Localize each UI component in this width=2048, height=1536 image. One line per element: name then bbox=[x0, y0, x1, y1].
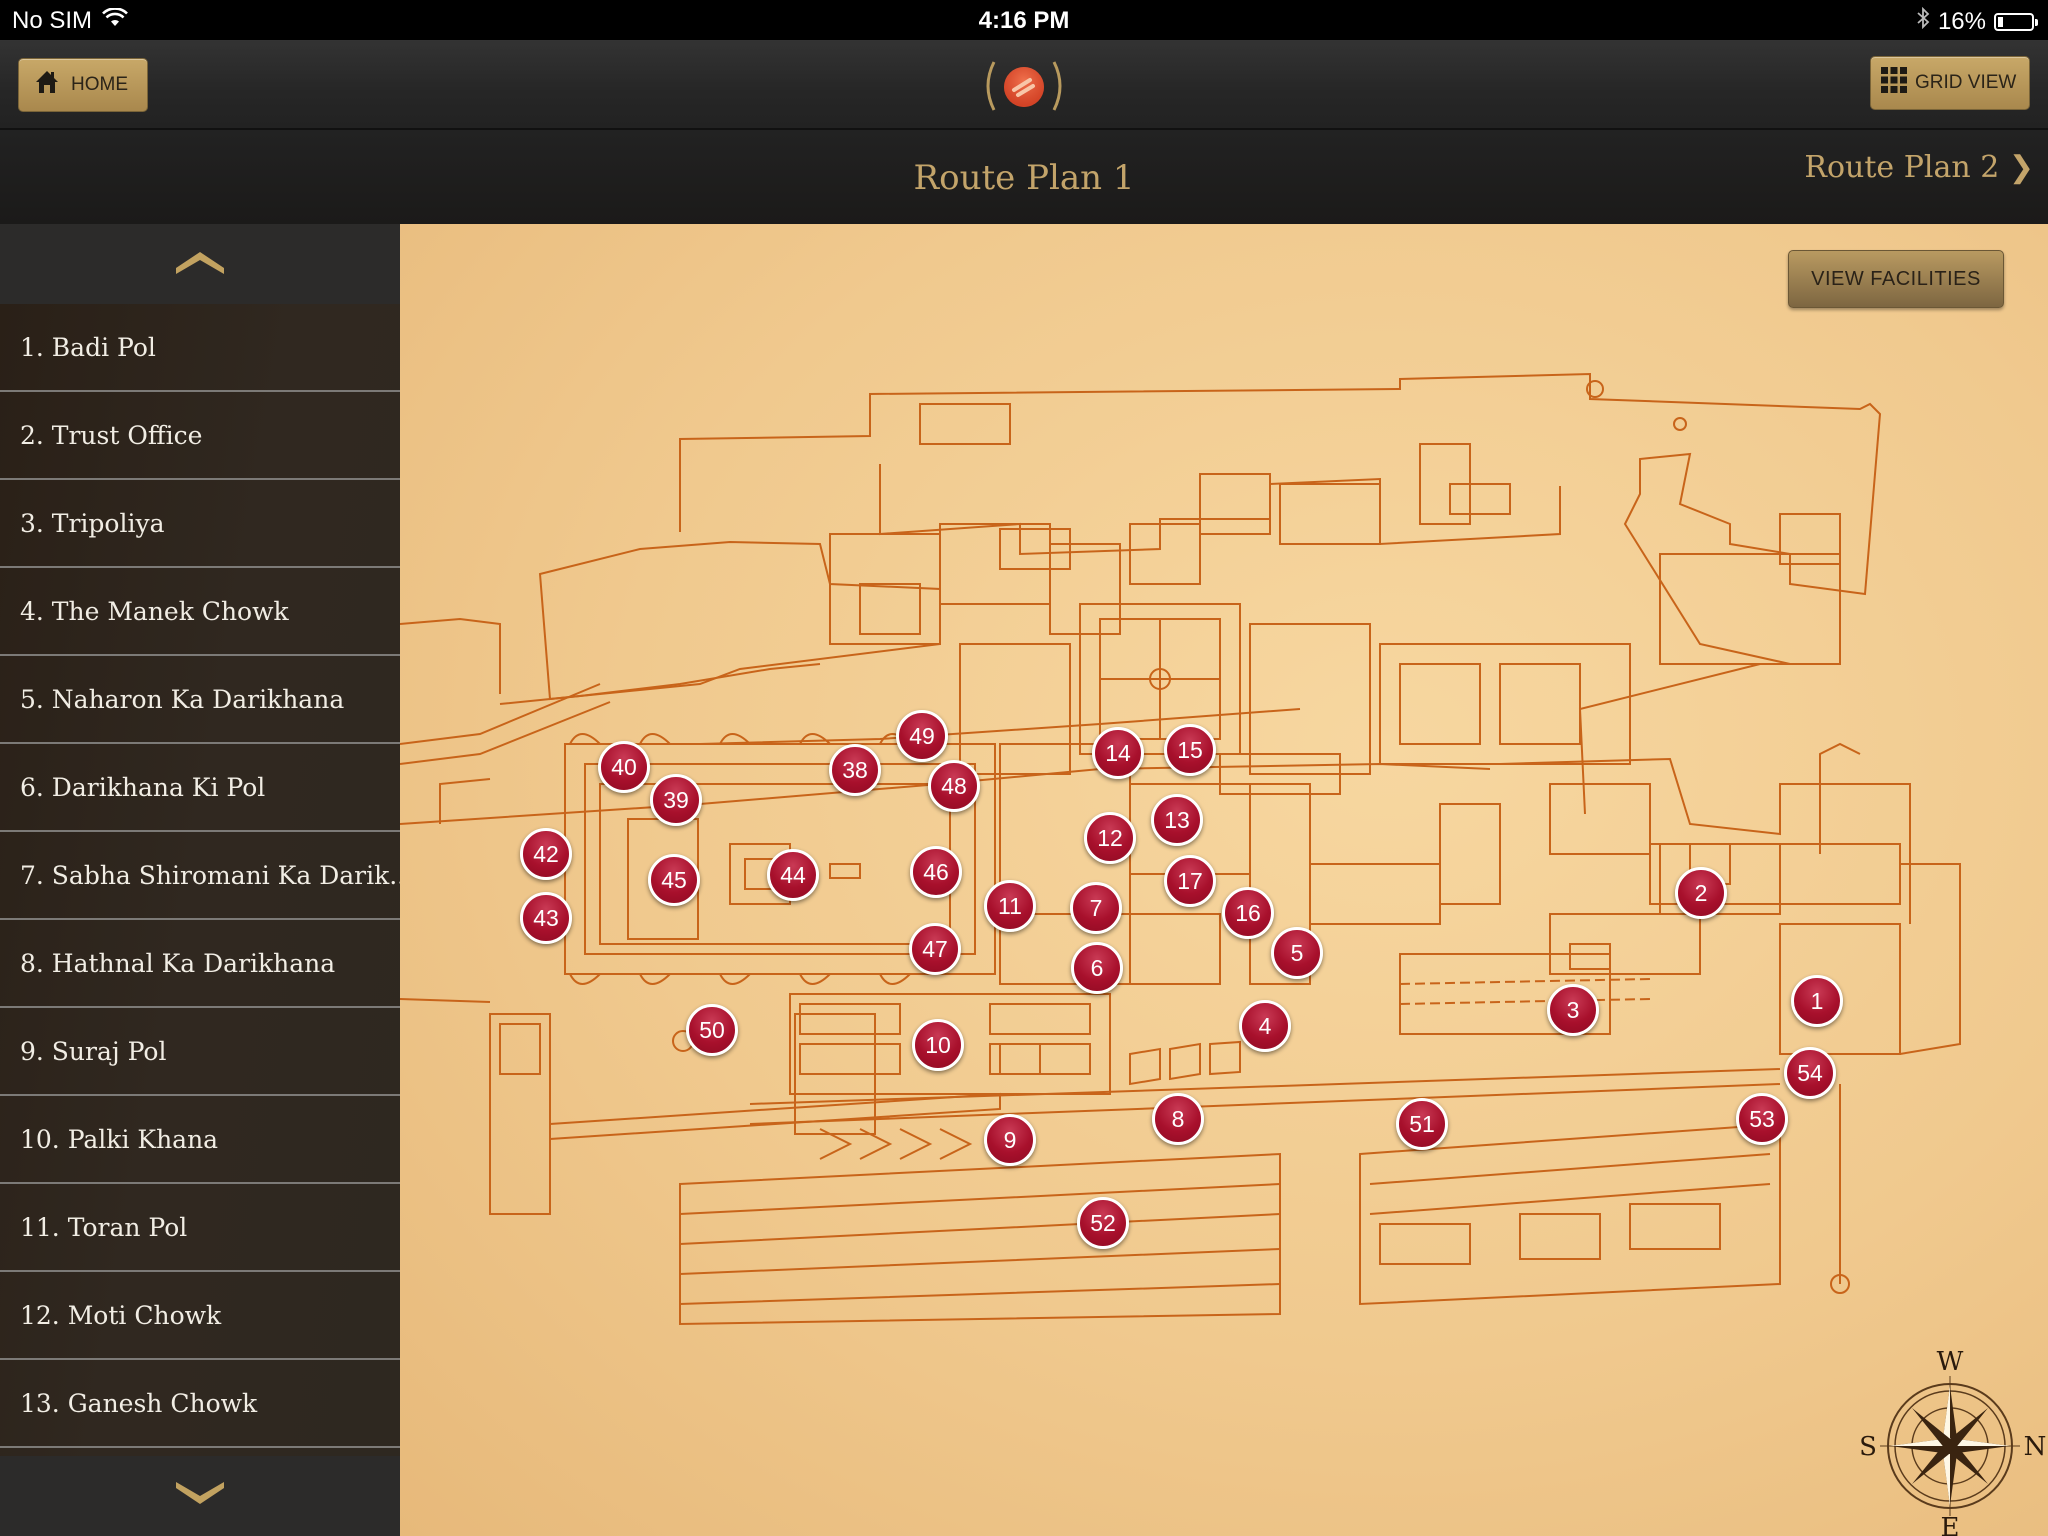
map-marker-49[interactable]: 49 bbox=[896, 710, 948, 762]
nav-bar: HOME GRID VIEW bbox=[0, 40, 2048, 130]
grid-icon bbox=[1881, 67, 1907, 99]
map-marker-7[interactable]: 7 bbox=[1070, 882, 1122, 934]
list-item[interactable]: 10. Palki Khana bbox=[0, 1096, 400, 1184]
scroll-down-button[interactable] bbox=[0, 1456, 400, 1536]
battery-fill bbox=[1998, 16, 2003, 27]
home-icon bbox=[35, 70, 59, 100]
next-route-link[interactable]: Route Plan 2 ❯ bbox=[1804, 150, 2034, 185]
map-marker-45[interactable]: 45 bbox=[648, 854, 700, 906]
map-marker-13[interactable]: 13 bbox=[1151, 794, 1203, 846]
compass-right-label: N bbox=[2024, 1432, 2047, 1462]
map-marker-4[interactable]: 4 bbox=[1239, 1000, 1291, 1052]
map-marker-16[interactable]: 16 bbox=[1222, 887, 1274, 939]
map-marker-1[interactable]: 1 bbox=[1791, 975, 1843, 1027]
list-item[interactable]: 5. Naharon Ka Darikhana bbox=[0, 656, 400, 744]
map-marker-47[interactable]: 47 bbox=[909, 923, 961, 975]
home-button[interactable]: HOME bbox=[18, 58, 148, 112]
route-header: Route Plan 1 Route Plan 2 ❯ bbox=[0, 130, 2048, 224]
map-marker-52[interactable]: 52 bbox=[1077, 1197, 1129, 1249]
list-item[interactable]: 4. The Manek Chowk bbox=[0, 568, 400, 656]
site-map[interactable]: VIEW FACILITIES 1 2 3 4 5 6 7 8 9 10 11 12 13 14 15 16 1… bbox=[400, 224, 2048, 1536]
compass-left-label: S bbox=[1859, 1432, 1877, 1462]
map-marker-42[interactable]: 42 bbox=[520, 828, 572, 880]
list-item[interactable]: 2. Trust Office bbox=[0, 392, 400, 480]
compass-bottom-label: E bbox=[1941, 1513, 1960, 1536]
map-marker-46[interactable]: 46 bbox=[910, 846, 962, 898]
map-marker-14[interactable]: 14 bbox=[1092, 727, 1144, 779]
clock: 4:16 PM bbox=[978, 7, 1070, 34]
map-marker-12[interactable]: 12 bbox=[1084, 812, 1136, 864]
list-item[interactable]: 11. Toran Pol bbox=[0, 1184, 400, 1272]
compass-rose-icon: W S N E bbox=[1859, 1347, 2047, 1536]
map-marker-17[interactable]: 17 bbox=[1164, 855, 1216, 907]
map-marker-54[interactable]: 54 bbox=[1784, 1047, 1836, 1099]
map-marker-40[interactable]: 40 bbox=[598, 741, 650, 793]
sidebar: 1. Badi Pol 2. Trust Office 3. Tripoliya… bbox=[0, 224, 400, 1536]
list-item[interactable]: 13. Ganesh Chowk bbox=[0, 1360, 400, 1448]
route-title: Route Plan 1 bbox=[913, 158, 1135, 198]
list-item[interactable]: 8. Hathnal Ka Darikhana bbox=[0, 920, 400, 1008]
status-bar: No SIM 4:16 PM 16% bbox=[0, 0, 2048, 40]
grid-view-label: GRID VIEW bbox=[1915, 72, 2017, 93]
map-marker-11[interactable]: 11 bbox=[984, 880, 1036, 932]
map-marker-43[interactable]: 43 bbox=[520, 892, 572, 944]
list-item[interactable]: 9. Suraj Pol bbox=[0, 1008, 400, 1096]
map-marker-8[interactable]: 8 bbox=[1152, 1093, 1204, 1145]
view-facilities-button[interactable]: VIEW FACILITIES bbox=[1788, 250, 2004, 308]
map-marker-10[interactable]: 10 bbox=[912, 1019, 964, 1071]
map-marker-51[interactable]: 51 bbox=[1396, 1098, 1448, 1150]
list-item[interactable]: 1. Badi Pol bbox=[0, 304, 400, 392]
map-marker-6[interactable]: 6 bbox=[1071, 942, 1123, 994]
map-marker-2[interactable]: 2 bbox=[1675, 867, 1727, 919]
bluetooth-icon bbox=[1916, 6, 1930, 36]
list-item[interactable]: 3. Tripoliya bbox=[0, 480, 400, 568]
app-logo[interactable] bbox=[978, 56, 1070, 116]
map-marker-9[interactable]: 9 bbox=[984, 1114, 1036, 1166]
battery-icon bbox=[1994, 12, 2038, 31]
map-marker-50[interactable]: 50 bbox=[686, 1004, 738, 1056]
stop-list: 1. Badi Pol 2. Trust Office 3. Tripoliya… bbox=[0, 304, 400, 1456]
chevron-down-icon bbox=[176, 1481, 224, 1511]
map-marker-48[interactable]: 48 bbox=[928, 760, 980, 812]
list-item[interactable]: 6. Darikhana Ki Pol bbox=[0, 744, 400, 832]
chevron-up-icon bbox=[176, 250, 224, 279]
compass-top-label: W bbox=[1937, 1347, 1964, 1377]
map-marker-44[interactable]: 44 bbox=[767, 849, 819, 901]
map-marker-39[interactable]: 39 bbox=[650, 774, 702, 826]
scroll-up-button[interactable] bbox=[0, 224, 400, 304]
map-marker-15[interactable]: 15 bbox=[1164, 724, 1216, 776]
grid-view-button[interactable]: GRID VIEW bbox=[1870, 56, 2030, 110]
map-marker-5[interactable]: 5 bbox=[1271, 927, 1323, 979]
map-marker-3[interactable]: 3 bbox=[1547, 984, 1599, 1036]
list-item[interactable]: 12. Moti Chowk bbox=[0, 1272, 400, 1360]
map-marker-38[interactable]: 38 bbox=[829, 744, 881, 796]
map-marker-53[interactable]: 53 bbox=[1736, 1093, 1788, 1145]
list-item[interactable]: 7. Sabha Shiromani Ka Darik... bbox=[0, 832, 400, 920]
home-label: HOME bbox=[71, 74, 128, 95]
battery-percent: 16% bbox=[1937, 7, 1986, 35]
